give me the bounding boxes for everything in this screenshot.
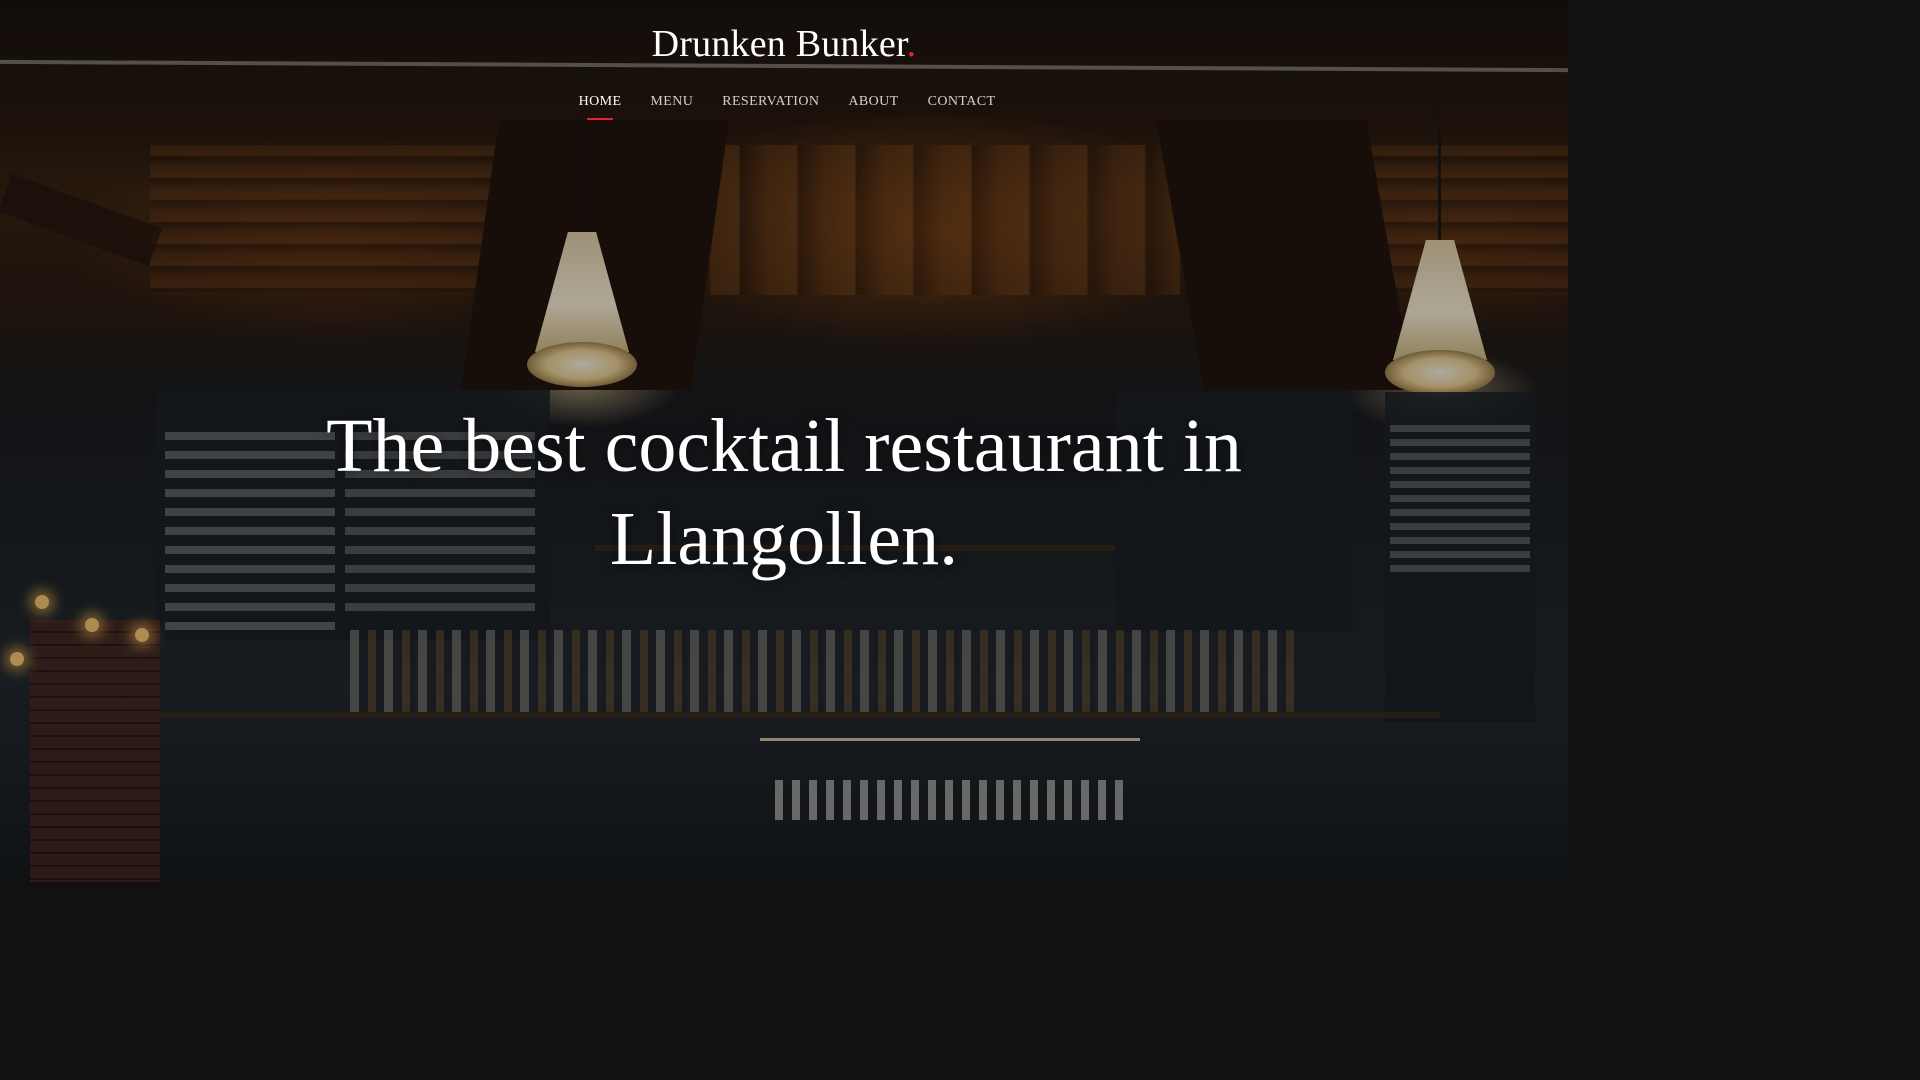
nav-item-reservation[interactable]: RESERVATION	[722, 94, 819, 118]
hero-headline: The best cocktail restaurant in Llangoll…	[0, 400, 1568, 586]
hero-headline-line1: The best cocktail restaurant in	[326, 404, 1242, 488]
site-logo-text: Drunken Bunker	[651, 23, 907, 65]
hero-headline-line2: Llangollen.	[609, 497, 959, 581]
site-logo-dot: .	[906, 23, 917, 65]
nav-item-about[interactable]: ABOUT	[848, 94, 898, 118]
nav-item-home[interactable]: HOME	[579, 94, 622, 118]
site-logo[interactable]: Drunken Bunker.	[0, 22, 1568, 66]
nav-item-contact[interactable]: CONTACT	[928, 94, 996, 118]
nav-item-menu[interactable]: MENU	[650, 94, 693, 118]
main-navigation: HOME MENU RESERVATION ABOUT CONTACT	[0, 94, 1568, 118]
